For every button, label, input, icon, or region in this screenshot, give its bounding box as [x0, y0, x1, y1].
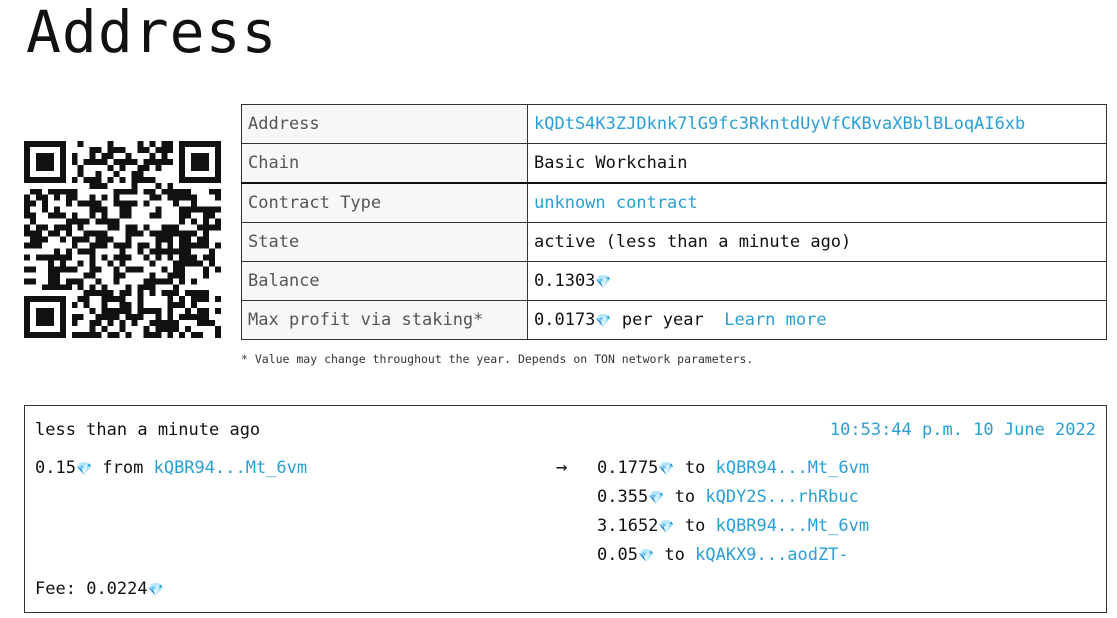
- outgoing-message: 0.355💎 to kQDY2S...rhRbuc: [597, 487, 869, 516]
- row-staking: Max profit via staking* 0.0173💎 per year…: [241, 300, 1107, 340]
- outgoing-to-link[interactable]: kQAKX9...aodZT-: [695, 545, 849, 565]
- chain-value: Basic Workchain: [527, 143, 1107, 184]
- contract-type-link[interactable]: unknown contract: [534, 193, 698, 213]
- incoming-from-label: from: [102, 458, 144, 478]
- row-balance: Balance 0.1303💎: [241, 261, 1107, 301]
- outgoing-to-link[interactable]: kQDY2S...rhRbuc: [705, 487, 859, 507]
- balance-label: Balance: [241, 261, 528, 301]
- fee-label: Fee:: [35, 579, 76, 599]
- outgoing-amount: 0.05: [597, 545, 638, 565]
- page-title: Address: [26, 0, 278, 66]
- diamond-icon: 💎: [637, 549, 655, 564]
- outgoing-to-label: to: [684, 516, 706, 536]
- incoming-message: 0.15💎 from kQBR94...Mt_6vm: [35, 458, 307, 478]
- transaction-card: less than a minute ago 10:53:44 p.m. 10 …: [24, 405, 1107, 613]
- state-value: active (less than a minute ago): [527, 222, 1107, 262]
- diamond-icon: 💎: [75, 462, 93, 477]
- staking-label: Max profit via staking*: [241, 300, 528, 340]
- diamond-icon: 💎: [595, 275, 612, 290]
- fee-value: 0.0224: [86, 579, 148, 599]
- row-address: Address kQDtS4K3ZJDknk7lG9fc3RkntdUyVfCK…: [241, 104, 1107, 144]
- diamond-icon: 💎: [147, 583, 164, 598]
- arrow-right-icon: →: [556, 456, 568, 478]
- diamond-icon: 💎: [648, 491, 665, 506]
- address-info-table: Address kQDtS4K3ZJDknk7lG9fc3RkntdUyVfCK…: [241, 104, 1107, 340]
- transaction-fee: Fee: 0.0224💎: [35, 579, 164, 599]
- outgoing-message: 3.1652💎 to kQBR94...Mt_6vm: [597, 516, 869, 545]
- row-state: State active (less than a minute ago): [241, 222, 1107, 262]
- transaction-datetime-link[interactable]: 10:53:44 p.m. 10 June 2022: [830, 420, 1096, 440]
- transaction-age: less than a minute ago: [35, 420, 261, 440]
- staking-footnote: * Value may change throughout the year. …: [241, 352, 754, 366]
- outgoing-to-link[interactable]: kQBR94...Mt_6vm: [716, 516, 870, 536]
- staking-value: 0.0173: [534, 310, 596, 330]
- staking-suffix: per year: [621, 310, 704, 330]
- outgoing-to-label: to: [684, 458, 706, 478]
- row-chain: Chain Basic Workchain: [241, 143, 1107, 184]
- outgoing-amount: 0.355: [597, 487, 649, 507]
- incoming-amount: 0.15: [35, 458, 76, 478]
- diamond-icon: 💎: [595, 314, 612, 329]
- diamond-icon: 💎: [658, 462, 675, 477]
- contract-type-label: Contract Type: [241, 182, 528, 223]
- outgoing-to-label: to: [674, 487, 696, 507]
- outgoing-amount: 0.1775: [597, 458, 659, 478]
- diamond-icon: 💎: [658, 520, 675, 535]
- balance-value: 0.1303: [534, 271, 596, 291]
- address-link[interactable]: kQDtS4K3ZJDknk7lG9fc3RkntdUyVfCKBvaXBblB…: [534, 114, 1025, 134]
- address-label: Address: [241, 104, 528, 144]
- state-label: State: [241, 222, 528, 262]
- outgoing-message: 0.05💎 to kQAKX9...aodZT-: [597, 545, 869, 574]
- qr-code-icon: [24, 141, 221, 338]
- outgoing-to-label: to: [664, 545, 685, 565]
- row-contract-type: Contract Type unknown contract: [241, 182, 1107, 223]
- outgoing-message: 0.1775💎 to kQBR94...Mt_6vm: [597, 458, 869, 487]
- outgoing-amount: 3.1652: [597, 516, 659, 536]
- outgoing-to-link[interactable]: kQBR94...Mt_6vm: [716, 458, 870, 478]
- learn-more-link[interactable]: Learn more: [724, 310, 826, 330]
- incoming-from-link[interactable]: kQBR94...Mt_6vm: [154, 458, 308, 478]
- chain-label: Chain: [241, 143, 528, 184]
- outgoing-messages: 0.1775💎 to kQBR94...Mt_6vm 0.355💎 to kQD…: [597, 458, 869, 574]
